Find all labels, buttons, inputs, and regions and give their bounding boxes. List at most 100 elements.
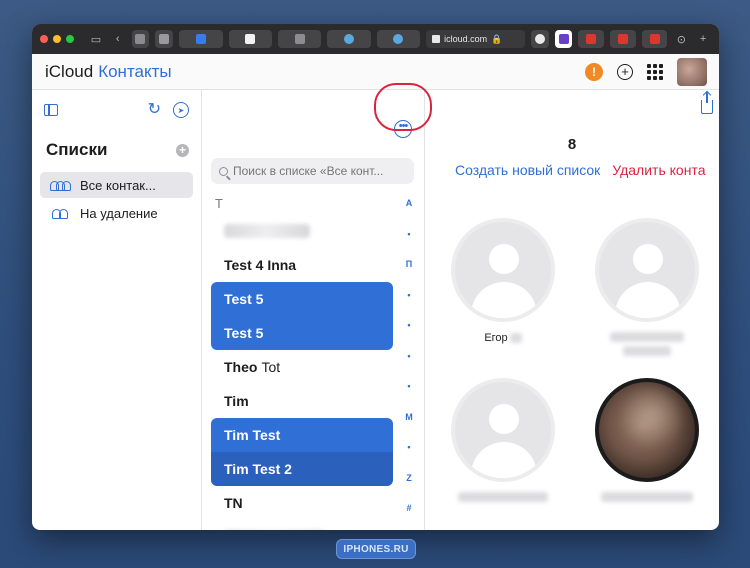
- selection-actions: Создать новый список Удалить конта: [455, 162, 705, 178]
- index-dot[interactable]: •: [407, 341, 410, 372]
- address-bar-url: icloud.com: [444, 34, 488, 44]
- index-dot[interactable]: •: [407, 371, 410, 402]
- app-brand[interactable]: iCloud Контакты: [44, 62, 172, 82]
- contact-last-name: Tot: [261, 359, 281, 375]
- sidebar-icon[interactable]: [44, 104, 58, 116]
- index-letter[interactable]: Z: [406, 463, 412, 494]
- add-list-icon[interactable]: +: [176, 143, 189, 157]
- browser-tab[interactable]: [179, 30, 223, 48]
- browser-tab[interactable]: [554, 30, 573, 48]
- contact-row[interactable]: Tim: [211, 384, 393, 418]
- index-letter[interactable]: П: [406, 249, 412, 280]
- new-tab-icon[interactable]: +: [695, 33, 711, 45]
- contact-card[interactable]: [595, 378, 699, 502]
- avatar[interactable]: [677, 57, 707, 86]
- zoom-window-button[interactable]: [66, 35, 74, 43]
- app-name: Контакты: [98, 61, 172, 81]
- lists-header: Списки +: [40, 140, 193, 160]
- contact-name: Test 5: [224, 325, 264, 341]
- contact-row[interactable]: Test 4 Inna: [211, 248, 393, 282]
- minimize-window-button[interactable]: [53, 35, 61, 43]
- annotation-highlight-ring: [374, 83, 432, 131]
- browser-tab[interactable]: [641, 30, 668, 48]
- contact-row[interactable]: Theo Tot: [211, 350, 393, 384]
- share-icon[interactable]: [701, 92, 713, 114]
- contact-card[interactable]: [595, 218, 699, 356]
- contacts-panel: ••• T Test 4 Inna Test 5 Test 5 TheoTot …: [202, 90, 425, 530]
- header-actions: ! +: [585, 57, 707, 86]
- contact-row[interactable]: TN: [211, 486, 393, 520]
- close-window-button[interactable]: [40, 35, 48, 43]
- main-content: ↻ ➤ Списки + Все контак... На удаление •…: [32, 90, 719, 530]
- list-item-all-contacts[interactable]: Все контак...: [40, 172, 193, 198]
- app-grid-icon[interactable]: [647, 63, 663, 80]
- alert-icon[interactable]: !: [585, 62, 603, 81]
- browser-tab[interactable]: [530, 30, 549, 48]
- browser-tab[interactable]: [155, 30, 174, 48]
- add-circle-icon[interactable]: +: [617, 63, 633, 80]
- browser-tab[interactable]: [578, 30, 605, 48]
- contact-list: Test 4 Inna Test 5 Test 5 Theo Tot Tim Ti…: [211, 214, 393, 530]
- address-bar[interactable]: icloud.com 🔒: [426, 30, 525, 48]
- browser-tab[interactable]: [376, 30, 421, 48]
- downloads-icon[interactable]: ⊙: [673, 33, 689, 46]
- search-input[interactable]: [233, 164, 403, 178]
- contact-card[interactable]: [451, 378, 555, 502]
- contact-row-selected[interactable]: Tim Test 2: [211, 452, 393, 486]
- lock-icon: 🔒: [491, 33, 503, 44]
- contact-card-name: Егор: [484, 332, 508, 344]
- browser-tab[interactable]: [277, 30, 322, 48]
- contact-row[interactable]: [211, 214, 393, 248]
- index-letter[interactable]: М: [405, 402, 413, 433]
- people-icon: [50, 207, 72, 219]
- list-item-to-delete[interactable]: На удаление: [40, 200, 193, 226]
- index-dot[interactable]: •: [407, 432, 410, 463]
- lists-toolbar: ↻ ➤: [40, 98, 193, 122]
- sidebar-toggle-icon[interactable]: ▭: [88, 33, 104, 46]
- avatar-placeholder-icon: [451, 218, 555, 322]
- navigate-icon[interactable]: ➤: [173, 102, 189, 118]
- alphabet-index[interactable]: А • П • • • • М • Z #: [403, 188, 415, 524]
- browser-tab[interactable]: [228, 30, 272, 48]
- search-icon: [219, 166, 228, 176]
- delete-contacts-button[interactable]: Удалить конта: [612, 162, 705, 178]
- detail-panel: 8 Создать новый список Удалить конта Его…: [425, 90, 719, 530]
- section-header: T: [215, 196, 223, 211]
- browser-toolbar: ▭ ‹ icloud.com 🔒 ⊙ +: [32, 24, 719, 54]
- blurred-name: [601, 492, 693, 502]
- people-icon: [50, 179, 72, 191]
- browser-tab[interactable]: [610, 30, 636, 48]
- avatar-placeholder-icon: [451, 378, 555, 482]
- contact-name: Test 5: [224, 291, 264, 307]
- contact-row-selected[interactable]: Tim Test: [211, 418, 393, 452]
- blurred-name: [623, 346, 671, 356]
- contacts-search[interactable]: [211, 158, 414, 184]
- contact-row[interactable]: [211, 520, 393, 530]
- contact-name: Tim: [224, 393, 249, 409]
- contact-card[interactable]: Егор: [451, 218, 555, 356]
- avatar-placeholder-icon: [595, 218, 699, 322]
- index-dot[interactable]: •: [407, 219, 410, 250]
- app-header: iCloud Контакты ! +: [32, 54, 719, 90]
- create-list-button[interactable]: Создать новый список: [455, 162, 600, 178]
- contact-row-selected[interactable]: Test 5: [211, 282, 393, 316]
- contact-first-name: Theo: [224, 359, 258, 375]
- blurred-name: [458, 492, 548, 502]
- blurred-name: [224, 224, 310, 238]
- brand-name: iCloud: [45, 61, 94, 81]
- index-letter[interactable]: #: [406, 493, 411, 524]
- contact-name: TN: [224, 495, 243, 511]
- blurred-name: [509, 333, 522, 343]
- browser-tab[interactable]: [327, 30, 371, 48]
- index-dot[interactable]: •: [407, 280, 410, 311]
- refresh-icon[interactable]: ↻: [148, 102, 161, 118]
- window-controls: [40, 35, 74, 43]
- contact-card-name-row: Егор: [484, 332, 522, 344]
- list-item-label: Все контак...: [80, 177, 156, 193]
- index-dot[interactable]: •: [407, 310, 410, 341]
- selected-count: 8: [567, 136, 577, 153]
- back-icon[interactable]: ‹: [110, 33, 126, 45]
- browser-tab[interactable]: [131, 30, 150, 48]
- contact-row-selected[interactable]: Test 5: [211, 316, 393, 350]
- index-letter[interactable]: А: [406, 188, 413, 219]
